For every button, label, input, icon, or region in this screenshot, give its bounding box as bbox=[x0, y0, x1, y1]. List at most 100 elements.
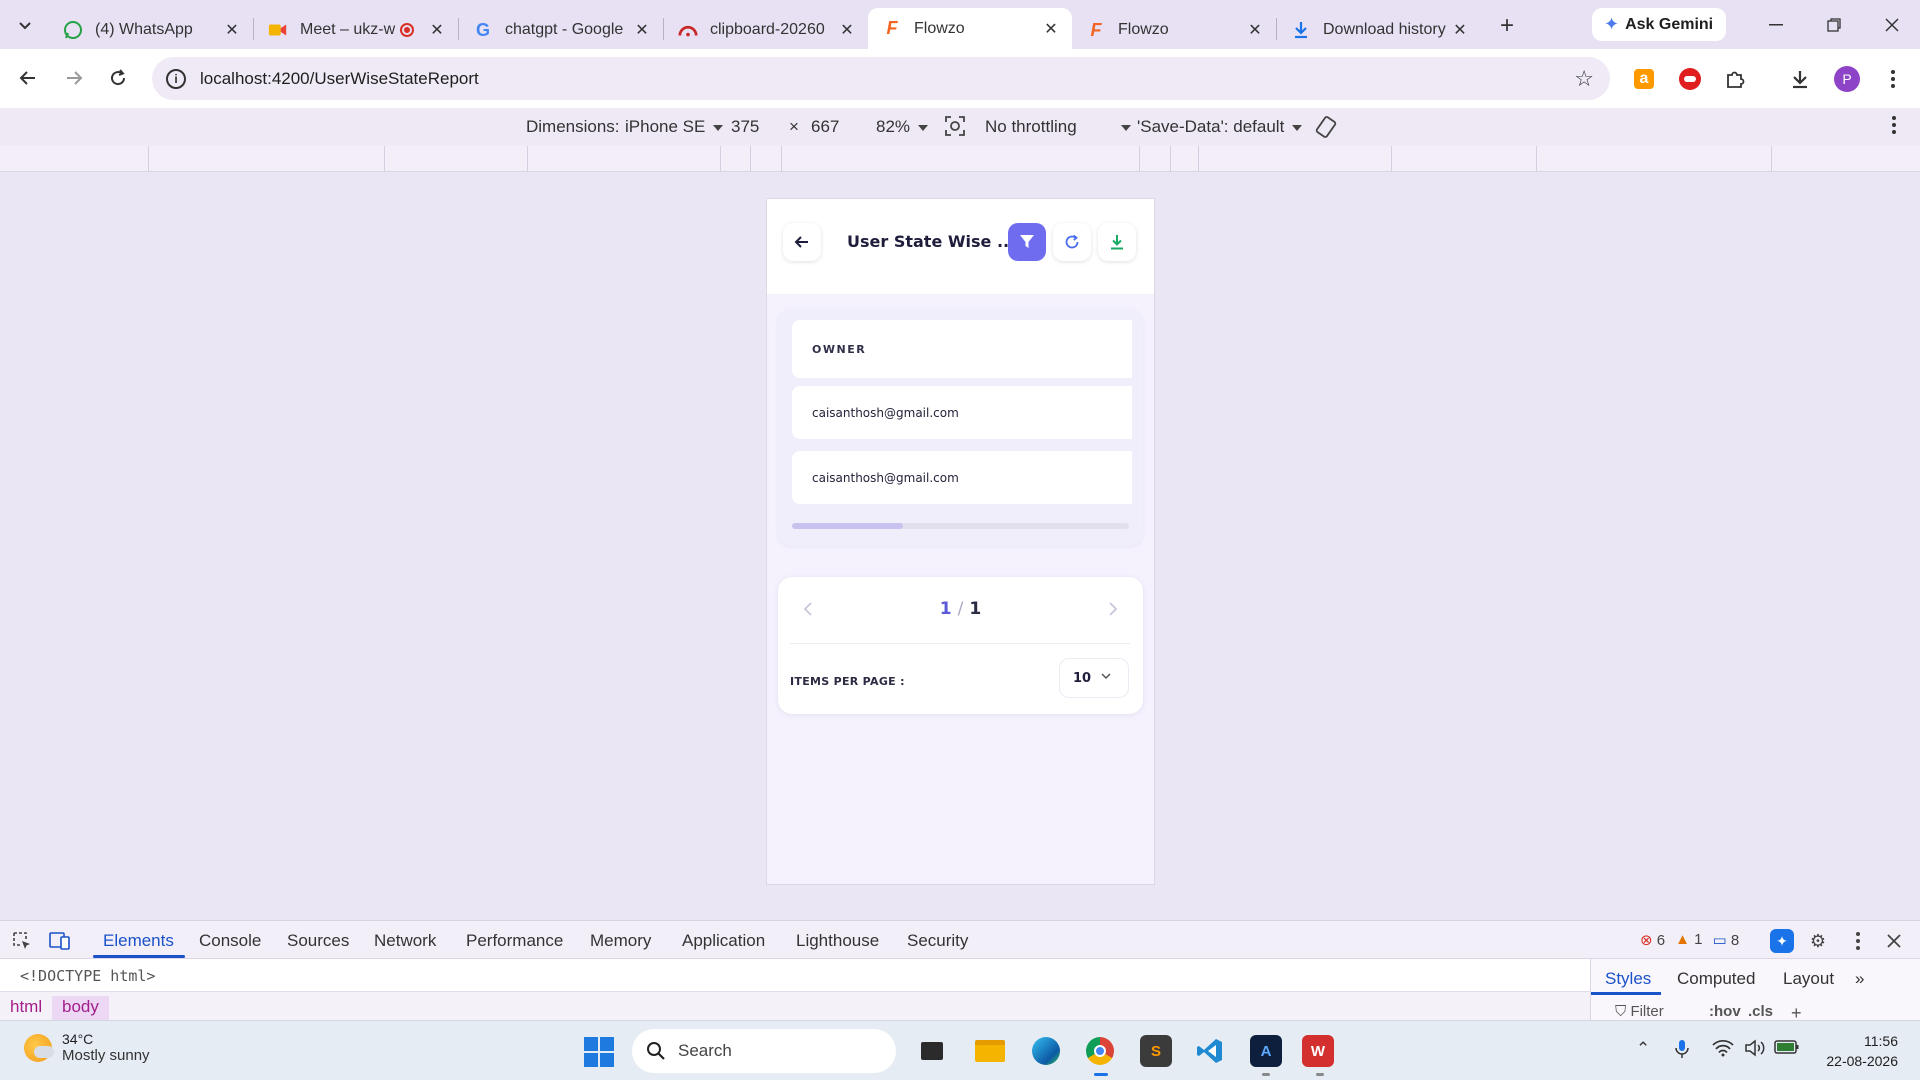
minimize-button[interactable] bbox=[1748, 0, 1804, 49]
ruler-tick[interactable] bbox=[1771, 146, 1772, 172]
ruler-tick[interactable] bbox=[720, 146, 721, 172]
close-icon[interactable]: ✕ bbox=[223, 20, 241, 40]
downloads-icon[interactable] bbox=[1783, 62, 1817, 96]
chrome-icon[interactable] bbox=[1084, 1035, 1116, 1067]
devtools-tab-lighthouse[interactable]: Lighthouse bbox=[796, 931, 879, 951]
horizontal-scrollbar[interactable] bbox=[792, 523, 1129, 529]
inspect-element-icon[interactable] bbox=[10, 929, 34, 953]
tab-layout[interactable]: Layout bbox=[1783, 969, 1834, 989]
ruler-tick[interactable] bbox=[1170, 146, 1171, 172]
battery-icon[interactable] bbox=[1774, 1039, 1800, 1060]
ruler-tick[interactable] bbox=[781, 146, 782, 172]
scrollbar-thumb[interactable] bbox=[792, 523, 903, 529]
forward-button[interactable] bbox=[54, 58, 94, 98]
filter-button[interactable] bbox=[1008, 223, 1046, 261]
items-per-page-select[interactable]: 10 bbox=[1059, 658, 1129, 698]
devtools-tab-performance[interactable]: Performance bbox=[466, 931, 563, 951]
bookmark-star-icon[interactable]: ☆ bbox=[1574, 66, 1594, 92]
start-button[interactable] bbox=[584, 1037, 614, 1067]
tab-styles[interactable]: Styles bbox=[1605, 969, 1651, 989]
vscode-icon[interactable] bbox=[1194, 1035, 1226, 1067]
throttling-select[interactable]: No throttling bbox=[985, 117, 1131, 137]
devtools-tab-memory[interactable]: Memory bbox=[590, 931, 651, 951]
rotate-icon[interactable] bbox=[1314, 115, 1338, 144]
show-hidden-icons-chevron-icon[interactable]: ⌃ bbox=[1636, 1039, 1650, 1059]
ruler-tick[interactable] bbox=[384, 146, 385, 172]
wps-office-icon[interactable]: W bbox=[1302, 1035, 1334, 1067]
column-header-owner[interactable]: OWNER bbox=[812, 343, 866, 356]
wifi-icon[interactable] bbox=[1712, 1039, 1734, 1062]
dom-tree-line[interactable]: <!DOCTYPE html> bbox=[20, 967, 155, 985]
url-text[interactable]: localhost:4200/UserWiseStateReport bbox=[200, 69, 1574, 89]
back-button[interactable] bbox=[783, 223, 821, 261]
more-tabs-icon[interactable]: » bbox=[1855, 969, 1864, 989]
hov-toggle[interactable]: :hov bbox=[1709, 1003, 1741, 1020]
devtools-menu-icon[interactable] bbox=[1846, 929, 1870, 953]
devtools-tab-network[interactable]: Network bbox=[374, 931, 436, 951]
width-input[interactable]: 375 bbox=[731, 117, 759, 137]
ruler-tick[interactable] bbox=[1139, 146, 1140, 172]
system-clock[interactable]: 11:56 22-08-2026 bbox=[1818, 1031, 1898, 1071]
address-bar[interactable]: i localhost:4200/UserWiseStateReport ☆ bbox=[152, 57, 1610, 100]
weather-widget[interactable]: 34°C Mostly sunny bbox=[24, 1031, 150, 1064]
ruler-tick[interactable] bbox=[148, 146, 149, 172]
ruler-tick[interactable] bbox=[750, 146, 751, 172]
tab-whatsapp[interactable]: (4) WhatsApp ✕ bbox=[49, 11, 253, 49]
devtools-tab-security[interactable]: Security bbox=[907, 931, 968, 951]
sublime-text-icon[interactable]: S bbox=[1140, 1035, 1172, 1067]
tab-download-history[interactable]: Download history ✕ bbox=[1277, 11, 1481, 49]
close-devtools-icon[interactable] bbox=[1882, 929, 1906, 953]
record-extension-icon[interactable] bbox=[1673, 62, 1707, 96]
issues-counter[interactable]: ⊗ 6 ▲ 1 ▭ 8 bbox=[1640, 931, 1739, 949]
settings-gear-icon[interactable]: ⚙ bbox=[1806, 929, 1830, 953]
devtools-tab-console[interactable]: Console bbox=[199, 931, 261, 951]
new-tab-button[interactable]: + bbox=[1487, 6, 1527, 46]
extensions-icon[interactable] bbox=[1718, 62, 1752, 96]
edge-icon[interactable] bbox=[1030, 1035, 1062, 1067]
tab-flowzo-active[interactable]: F Flowzo ✕ bbox=[868, 8, 1072, 49]
close-window-button[interactable] bbox=[1864, 0, 1920, 49]
browser-menu-button[interactable] bbox=[1876, 62, 1910, 96]
close-icon[interactable]: ✕ bbox=[633, 20, 651, 40]
ruler-tick[interactable] bbox=[1198, 146, 1199, 172]
ask-gemini-button[interactable]: ✦ Ask Gemini bbox=[1592, 8, 1726, 41]
file-explorer-icon[interactable] bbox=[974, 1035, 1006, 1067]
ruler-tick[interactable] bbox=[1391, 146, 1392, 172]
reload-button[interactable] bbox=[98, 58, 138, 98]
tab-computed[interactable]: Computed bbox=[1677, 969, 1755, 989]
ruler-tick[interactable] bbox=[527, 146, 528, 172]
tab-flowzo[interactable]: F Flowzo ✕ bbox=[1072, 11, 1276, 49]
close-icon[interactable]: ✕ bbox=[1042, 19, 1060, 39]
refresh-button[interactable] bbox=[1053, 223, 1091, 261]
device-toolbar-menu-icon[interactable] bbox=[1892, 116, 1896, 139]
tab-clipboard[interactable]: clipboard-20260 ✕ bbox=[664, 11, 868, 49]
devtools-tab-application[interactable]: Application bbox=[682, 931, 765, 951]
android-studio-icon[interactable]: A bbox=[1250, 1035, 1282, 1067]
save-data-select[interactable]: 'Save-Data': default bbox=[1137, 117, 1303, 137]
zoom-select[interactable]: 82% bbox=[876, 117, 929, 137]
back-button[interactable] bbox=[8, 58, 48, 98]
tab-meet[interactable]: Meet – ukz-w ✕ bbox=[254, 11, 458, 49]
next-page-button[interactable] bbox=[1101, 597, 1125, 621]
tab-google[interactable]: G chatgpt - Google ✕ bbox=[459, 11, 663, 49]
devtools-tab-sources[interactable]: Sources bbox=[287, 931, 349, 951]
taskbar-search[interactable]: Search bbox=[632, 1029, 896, 1073]
height-input[interactable]: 667 bbox=[811, 117, 839, 137]
screenshot-icon[interactable] bbox=[944, 115, 966, 142]
devtools-tab-elements[interactable]: Elements bbox=[103, 931, 174, 951]
task-view-icon[interactable] bbox=[916, 1035, 948, 1067]
site-info-icon[interactable]: i bbox=[166, 68, 186, 89]
table-row[interactable]: caisanthosh@gmail.com bbox=[792, 451, 1132, 504]
ai-assistant-icon[interactable]: ✦ bbox=[1770, 929, 1794, 953]
styles-filter-input[interactable]: ⛉ Filter bbox=[1615, 1003, 1664, 1020]
profile-avatar[interactable]: P bbox=[1830, 62, 1864, 96]
device-select[interactable]: iPhone SE bbox=[625, 117, 724, 137]
volume-icon[interactable] bbox=[1744, 1039, 1766, 1062]
close-icon[interactable]: ✕ bbox=[1246, 20, 1264, 40]
tab-search-button[interactable] bbox=[0, 0, 49, 49]
device-toggle-icon[interactable] bbox=[48, 929, 72, 953]
close-icon[interactable]: ✕ bbox=[1451, 20, 1469, 40]
table-row[interactable]: caisanthosh@gmail.com bbox=[792, 386, 1132, 439]
close-icon[interactable]: ✕ bbox=[838, 20, 856, 40]
close-icon[interactable]: ✕ bbox=[428, 20, 446, 40]
